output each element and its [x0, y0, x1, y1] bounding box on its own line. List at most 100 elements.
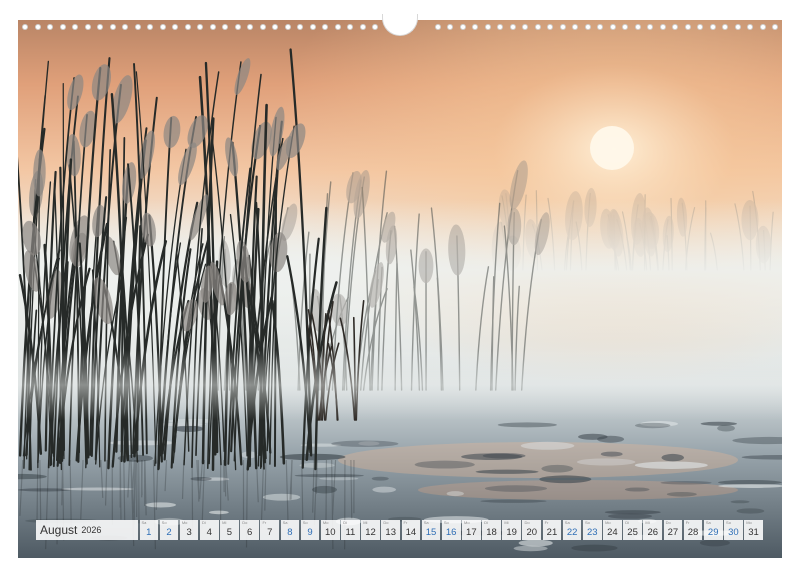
day-number: 26	[647, 527, 659, 538]
binding-hole	[609, 24, 616, 30]
day-number: 12	[365, 527, 376, 538]
day-number: 24	[607, 527, 618, 538]
binding-hole	[272, 24, 278, 30]
binding-hole	[59, 24, 66, 30]
weekday-label: Sa	[564, 520, 570, 525]
weekday-label: Mi	[504, 520, 509, 525]
binding-hole	[322, 24, 328, 30]
binding-hole	[122, 24, 128, 30]
day-number: 15	[425, 527, 437, 538]
binding-hole	[197, 24, 203, 30]
weekday-label: Mo	[181, 520, 188, 525]
day-number: 21	[546, 527, 558, 538]
day-number: 20	[526, 527, 538, 538]
binding-hole	[547, 24, 553, 30]
day-number: 3	[186, 527, 192, 538]
binding-hole	[672, 24, 678, 30]
binding-hole	[334, 24, 341, 30]
day-number: 6	[246, 527, 253, 538]
binding-hole	[559, 24, 566, 30]
binding-hole	[297, 24, 303, 30]
day-cell: Mo 3	[179, 520, 199, 540]
day-cell: So 16	[441, 520, 461, 540]
binding-hole	[47, 24, 53, 30]
binding-hole	[697, 24, 703, 30]
weekday-label: Fr	[544, 520, 549, 525]
sun-icon	[590, 126, 634, 170]
year-label: 2026	[81, 525, 102, 535]
binding-hole	[622, 24, 628, 30]
binding-hole	[172, 24, 178, 30]
weekday-label: Sa	[141, 520, 147, 525]
day-number: 17	[466, 527, 477, 538]
binding-hole	[722, 24, 728, 30]
binding-hole	[184, 24, 191, 30]
binding-hole	[684, 24, 691, 30]
calendar-photo	[18, 20, 782, 558]
weekday-label: Sa	[705, 520, 711, 525]
binding-hole	[509, 24, 516, 30]
weekday-label: Mi	[363, 520, 368, 525]
day-number: 27	[667, 527, 679, 538]
day-number: 31	[748, 527, 759, 538]
weekday-label: Do	[524, 520, 530, 525]
weekday-label: Sa	[282, 520, 288, 525]
binding-hole	[472, 24, 478, 30]
binding-hole	[247, 24, 253, 30]
day-number: 7	[267, 527, 273, 538]
day-cell: Mi 12	[361, 520, 380, 540]
weekday-label: Mi	[645, 520, 650, 525]
binding-hole	[347, 24, 353, 30]
binding-hole	[747, 24, 753, 30]
binding-hole	[234, 24, 241, 30]
day-cell: Do 6	[240, 520, 259, 540]
month-label-cell: August 2026	[36, 520, 138, 540]
day-number: 30	[728, 527, 739, 538]
day-cell: Do 27	[663, 520, 683, 540]
weekday-label: Mo	[464, 520, 470, 525]
day-number: 5	[226, 527, 233, 538]
day-number: 22	[566, 527, 578, 538]
binding-hole	[434, 24, 441, 30]
day-number: 9	[307, 527, 313, 538]
binding-hole	[497, 24, 503, 30]
day-number: 18	[486, 527, 497, 538]
binding-hole	[159, 24, 166, 30]
weekday-label: Fr	[685, 520, 690, 525]
weekday-label: Di	[625, 520, 630, 525]
day-cell: So 9	[300, 520, 320, 540]
binding-hole	[447, 24, 453, 30]
weekday-label: Mi	[222, 520, 227, 525]
weekday-label: Sa	[423, 520, 429, 525]
weekday-label: Di	[343, 520, 347, 525]
calendar-strip: August 2026 Sa 1 So 2 Mo 3 Di 4 Mi 5 Do 6 Fr 7 Sa 8 So 9 M…	[36, 520, 763, 540]
day-cell: Sa 22	[562, 520, 582, 540]
day-number: 19	[506, 527, 517, 538]
binding-hole	[284, 24, 291, 30]
weekday-label: Fr	[262, 520, 267, 525]
day-cell: Fr 7	[260, 520, 280, 540]
day-number: 29	[707, 527, 719, 538]
binding-hole	[659, 24, 666, 30]
day-number: 10	[324, 527, 336, 538]
day-cell: Do 20	[522, 520, 542, 540]
binding-hole	[209, 24, 216, 30]
binding-hole	[72, 24, 78, 30]
day-cell: Di 11	[341, 520, 360, 540]
binding-hole	[372, 24, 378, 30]
binding-hole	[484, 24, 491, 30]
day-cell: Mi 26	[643, 520, 663, 540]
binding-hole	[309, 24, 316, 30]
binding-hole	[134, 24, 141, 30]
weekday-label: Do	[383, 520, 389, 525]
reed-landscape-image	[18, 20, 782, 558]
weekday-label: So	[584, 520, 590, 525]
day-cell: So 2	[159, 520, 179, 540]
day-cell: Di 4	[199, 520, 219, 540]
binding-hole	[522, 24, 528, 30]
weekday-label: Mo	[605, 520, 611, 525]
binding-hole	[647, 24, 653, 30]
day-cell: Mo 10	[320, 520, 340, 540]
day-cell: Mo 31	[744, 520, 763, 540]
day-cell: Sa 29	[703, 520, 723, 540]
